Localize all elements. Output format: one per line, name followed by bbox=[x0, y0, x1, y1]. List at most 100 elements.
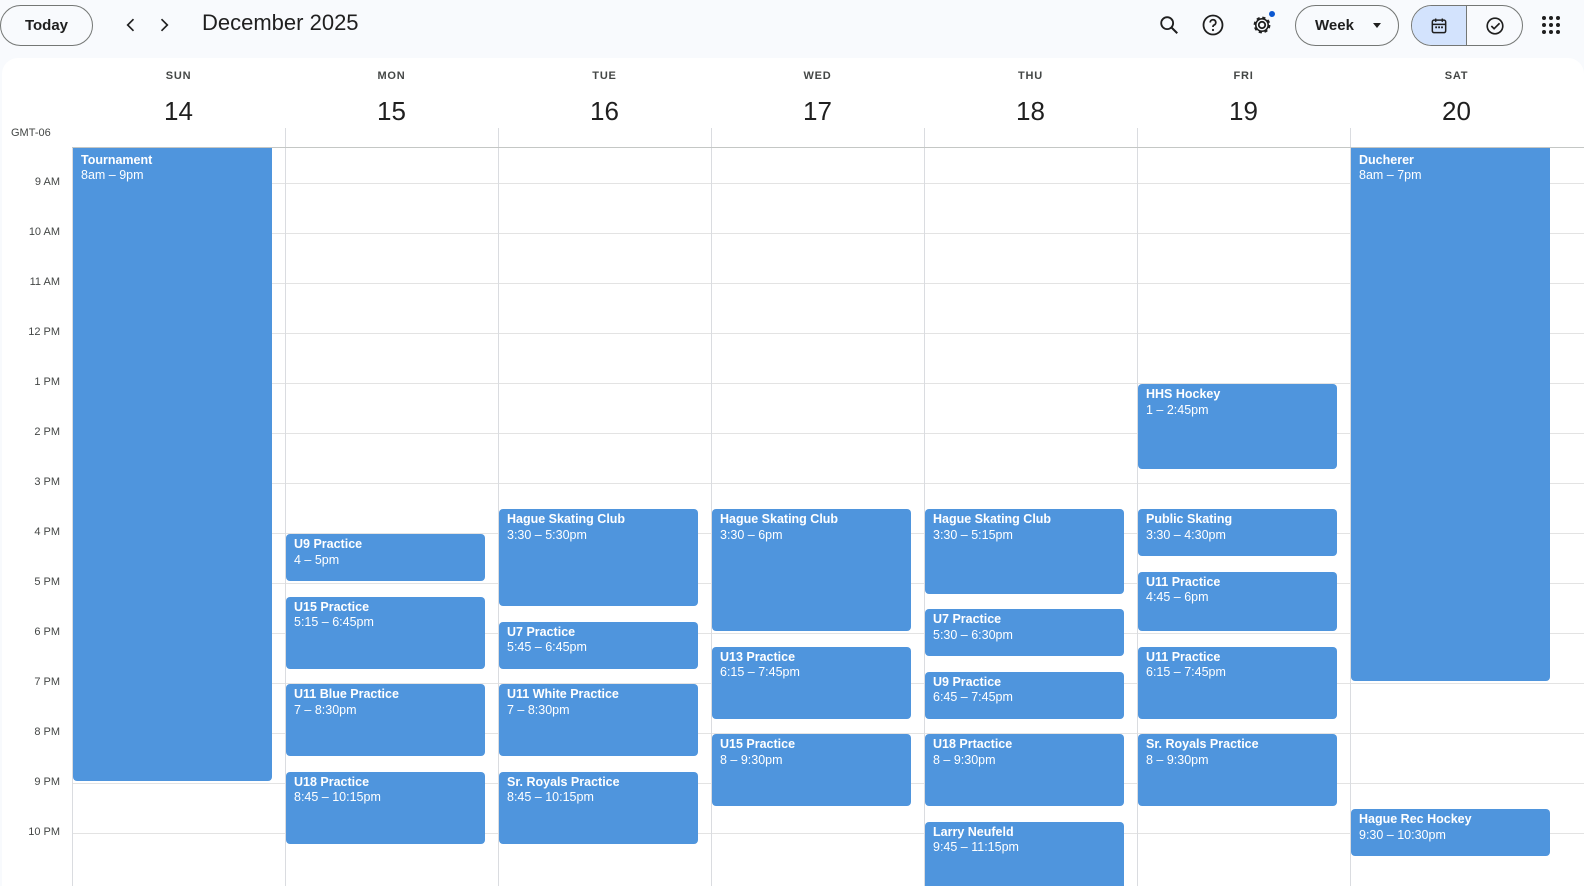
search-icon bbox=[1160, 16, 1178, 34]
event-title: HHS Hockey bbox=[1146, 387, 1221, 401]
day-number[interactable]: 19 bbox=[1137, 96, 1350, 127]
calendar-event[interactable]: U15 Practice 5:15 – 6:45pm bbox=[286, 596, 485, 669]
chevron-left-icon bbox=[126, 18, 135, 32]
calendar-event[interactable]: Hague Rec Hockey 9:30 – 10:30pm bbox=[1351, 809, 1550, 856]
apps-button[interactable] bbox=[1534, 8, 1568, 42]
event-time: 7 – 8:30pm bbox=[507, 702, 570, 717]
timezone-label: GMT-06 bbox=[11, 127, 51, 139]
view-selector[interactable]: Week bbox=[1295, 5, 1399, 46]
view-selector-label: Week bbox=[1315, 17, 1354, 34]
time-grid[interactable]: 9 AM 10 AM 11 AM 12 PM 1 PM 2 PM 3 PM 4 PM 5 PM 6… bbox=[2, 148, 1584, 886]
day-of-week: THU bbox=[1017, 70, 1043, 82]
calendar-event[interactable]: U18 Prtactice 8 – 9:30pm bbox=[925, 734, 1124, 806]
page-title: December 2025 bbox=[202, 10, 359, 35]
day-of-week: WED bbox=[803, 70, 832, 82]
calendar-event[interactable]: U7 Practice 5:30 – 6:30pm bbox=[925, 609, 1124, 656]
calendar-event[interactable]: Public Skating 3:30 – 4:30pm bbox=[1138, 509, 1337, 556]
calendar-event[interactable]: U15 Practice 8 – 9:30pm bbox=[712, 734, 911, 806]
chevron-right-icon bbox=[160, 18, 169, 32]
previous-week-button[interactable] bbox=[115, 9, 147, 41]
event-title: Public Skating bbox=[1146, 512, 1233, 526]
day-number[interactable]: 18 bbox=[924, 96, 1137, 127]
calendar-event[interactable]: Hague Skating Club 3:30 – 5:30pm bbox=[499, 509, 698, 606]
hour-label: 2 PM bbox=[34, 426, 60, 438]
event-title: U11 Blue Practice bbox=[294, 687, 399, 701]
hour-label: 12 PM bbox=[28, 326, 60, 338]
event-time: 6:15 – 7:45pm bbox=[1146, 665, 1226, 679]
event-time: 4:45 – 6pm bbox=[1146, 590, 1209, 604]
calendar-event[interactable]: HHS Hockey 1 – 2:45pm bbox=[1138, 384, 1337, 469]
event-time: 9:30 – 10:30pm bbox=[1359, 827, 1446, 842]
event-time: 5:45 – 6:45pm bbox=[507, 640, 587, 654]
day-number[interactable]: 14 bbox=[72, 96, 285, 127]
event-title: U9 Practice bbox=[294, 537, 363, 551]
next-week-button[interactable] bbox=[148, 9, 180, 41]
today-button[interactable]: Today bbox=[0, 5, 93, 46]
event-title: U15 Practice bbox=[294, 599, 370, 614]
day-number[interactable]: 20 bbox=[1350, 96, 1563, 127]
event-title: Sr. Royals Practice bbox=[507, 774, 620, 789]
day-header-sat[interactable]: SAT 20 bbox=[1350, 58, 1563, 148]
settings-button[interactable] bbox=[1245, 8, 1279, 42]
tasks-view-button[interactable] bbox=[1467, 6, 1522, 45]
calendar-event[interactable]: Larry Neufeld 9:45 – 11:15pm bbox=[925, 821, 1124, 886]
search-button[interactable] bbox=[1152, 8, 1186, 42]
calendar-event[interactable]: U9 Practice 4 – 5pm bbox=[286, 534, 485, 581]
calendar-event[interactable]: U18 Practice 8:45 – 10:15pm bbox=[286, 771, 485, 844]
calendar-event[interactable]: Sr. Royals Practice 8 – 9:30pm bbox=[1138, 734, 1337, 806]
event-title: U11 Practice bbox=[1146, 649, 1221, 664]
calendar-event[interactable]: U13A Tournament Kristen Ducherer8am – 7p… bbox=[1351, 148, 1550, 681]
calendar-event[interactable]: U11 White Practice 7 – 8:30pm bbox=[499, 684, 698, 756]
day-header-tue[interactable]: TUE 16 bbox=[498, 58, 711, 148]
calendar-event[interactable]: U11 Blue Practice 7 – 8:30pm bbox=[286, 684, 485, 756]
day-header-thu[interactable]: THU 18 bbox=[924, 58, 1137, 148]
event-time: 4 – 5pm bbox=[294, 552, 340, 567]
event-time: 3:30 – 6pm bbox=[720, 527, 783, 542]
hour-label: 9 AM bbox=[34, 176, 60, 188]
day-header-wed[interactable]: WED 17 bbox=[711, 58, 924, 148]
event-title: U7 Practice bbox=[933, 612, 1002, 626]
column-divider bbox=[1350, 128, 1351, 148]
day-header-sun[interactable]: SUN 14 bbox=[72, 58, 285, 148]
hour-label: 6 PM bbox=[34, 626, 60, 638]
event-time: 7 – 8:30pm bbox=[294, 702, 357, 717]
event-time: 8 – 9:30pm bbox=[933, 752, 996, 767]
day-header-mon[interactable]: MON 15 bbox=[285, 58, 498, 148]
calendar-event[interactable]: Hague Skating Club 3:30 – 5:15pm bbox=[925, 509, 1124, 594]
calendar-event[interactable]: Hague Skating Club 3:30 – 6pm bbox=[712, 509, 911, 631]
calendar-event[interactable]: U11 Practice 6:15 – 7:45pm bbox=[1138, 646, 1337, 719]
event-time: 6:45 – 7:45pm bbox=[933, 690, 1013, 704]
event-title: U7 Practice bbox=[507, 624, 576, 639]
event-title: Sr. Royals Practice bbox=[1146, 737, 1259, 751]
week-view: GMT-06 SUN 14 MON 15 TUE 16 WED 17 THU 18 FRI 19 SAT… bbox=[2, 58, 1584, 886]
day-of-week: TUE bbox=[592, 70, 617, 82]
calendar-view-button[interactable] bbox=[1412, 6, 1468, 45]
calendar-tasks-toggle bbox=[1411, 5, 1523, 46]
calendar-event[interactable]: U7 Practice 5:45 – 6:45pm bbox=[499, 621, 698, 669]
event-time: 3:30 – 4:30pm bbox=[1146, 527, 1226, 542]
day-header-fri[interactable]: FRI 19 bbox=[1137, 58, 1350, 148]
notification-dot bbox=[1269, 11, 1275, 17]
hour-label: 8 PM bbox=[34, 726, 60, 738]
calendar-event[interactable]: U11 Practice 4:45 – 6pm bbox=[1138, 571, 1337, 631]
day-number[interactable]: 16 bbox=[498, 96, 711, 127]
event-title: Hague Rec Hockey bbox=[1359, 812, 1472, 826]
event-time: 8 – 9:30pm bbox=[720, 752, 783, 767]
calendar-event[interactable]: U13 Practice 6:15 – 7:45pm bbox=[712, 646, 911, 719]
event-title: U18 Prtactice bbox=[933, 737, 1013, 751]
day-number[interactable]: 15 bbox=[285, 96, 498, 127]
day-of-week: SAT bbox=[1444, 70, 1469, 82]
hour-label: 3 PM bbox=[34, 476, 60, 488]
calendar-event[interactable]: Sr. Royals Practice 8:45 – 10:15pm bbox=[499, 771, 698, 844]
calendar-event[interactable]: U9 Practice 6:45 – 7:45pm bbox=[925, 671, 1124, 719]
apps-icon bbox=[1542, 16, 1560, 34]
event-time: 8 – 9:30pm bbox=[1146, 752, 1209, 767]
event-time: 3:30 – 5:30pm bbox=[507, 527, 587, 542]
day-number[interactable]: 17 bbox=[711, 96, 924, 127]
help-button[interactable] bbox=[1196, 8, 1230, 42]
event-title: U18 Practice bbox=[294, 774, 370, 789]
tasks-icon bbox=[1485, 16, 1504, 35]
event-time: 8am – 9pm bbox=[81, 168, 144, 182]
column-divider bbox=[285, 128, 286, 148]
calendar-event[interactable]: Trisha Girard U15 Martensville Tournamen… bbox=[73, 148, 272, 781]
